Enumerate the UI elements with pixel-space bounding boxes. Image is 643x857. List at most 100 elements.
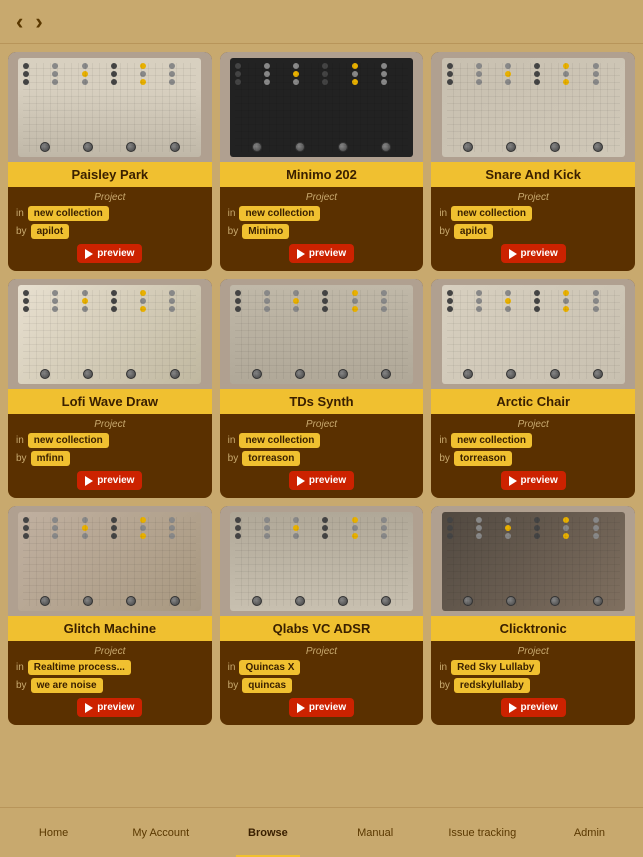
nav-item-browse[interactable]: Browse	[214, 808, 321, 857]
module-dot	[476, 525, 482, 531]
knob	[126, 142, 136, 152]
module-dot	[235, 79, 241, 85]
module-dot	[52, 71, 58, 77]
card-author-row-clicktronic: by redskylullaby	[439, 678, 627, 693]
collection-tag-snare-and-kick[interactable]: new collection	[451, 206, 532, 221]
author-tag-snare-and-kick[interactable]: apilot	[454, 224, 493, 239]
module-dot	[264, 79, 270, 85]
nav-item-admin[interactable]: Admin	[536, 808, 643, 857]
nav-item-my-account[interactable]: My Account	[107, 808, 214, 857]
module-dot	[505, 298, 511, 304]
card-glitch-machine: Glitch Machine Project in Realtime proce…	[8, 506, 212, 725]
module-dot	[111, 298, 117, 304]
preview-button-clicktronic[interactable]: preview	[501, 698, 566, 717]
knob	[593, 369, 603, 379]
preview-button-qlabs-vc-adsr[interactable]: preview	[289, 698, 354, 717]
collection-tag-tds-synth[interactable]: new collection	[239, 433, 320, 448]
preview-button-minimo-202[interactable]: preview	[289, 244, 354, 263]
module-dot	[322, 79, 328, 85]
back-button[interactable]: ‹	[16, 11, 23, 33]
collection-tag-qlabs-vc-adsr[interactable]: Quincas X	[239, 660, 300, 675]
module-dot	[352, 71, 358, 77]
module-dot	[505, 533, 511, 539]
card-image-arctic-chair	[431, 279, 635, 389]
module-dot	[593, 298, 599, 304]
preview-button-paisley-park[interactable]: preview	[77, 244, 142, 263]
module-dot	[534, 63, 540, 69]
card-image-qlabs-vc-adsr	[220, 506, 424, 616]
module-visual-paisley-park	[18, 58, 201, 157]
module-dot	[352, 298, 358, 304]
module-dot	[593, 71, 599, 77]
module-dot	[169, 298, 175, 304]
preview-button-lofi-wave-draw[interactable]: preview	[77, 471, 142, 490]
module-dots-minimo-202	[235, 63, 408, 152]
module-dot	[476, 533, 482, 539]
module-dot	[352, 306, 358, 312]
collection-tag-lofi-wave-draw[interactable]: new collection	[28, 433, 109, 448]
knob	[295, 596, 305, 606]
knob	[83, 142, 93, 152]
collection-tag-glitch-machine[interactable]: Realtime process...	[28, 660, 131, 675]
module-dot	[235, 517, 241, 523]
author-tag-glitch-machine[interactable]: we are noise	[31, 678, 103, 693]
module-dot	[293, 79, 299, 85]
card-image-clicktronic	[431, 506, 635, 616]
collection-tag-minimo-202[interactable]: new collection	[239, 206, 320, 221]
collection-tag-paisley-park[interactable]: new collection	[28, 206, 109, 221]
module-dot	[593, 533, 599, 539]
knob	[252, 142, 262, 152]
card-author-row-tds-synth: by torreason	[228, 451, 416, 466]
author-tag-clicktronic[interactable]: redskylullaby	[454, 678, 530, 693]
module-dot	[447, 517, 453, 523]
knob	[593, 596, 603, 606]
author-tag-tds-synth[interactable]: torreason	[242, 451, 300, 466]
card-lofi-wave-draw: Lofi Wave Draw Project in new collection…	[8, 279, 212, 498]
module-visual-lofi-wave-draw	[18, 285, 201, 384]
knob	[83, 369, 93, 379]
card-title-bar-clicktronic: Clicktronic	[431, 616, 635, 641]
module-dot	[293, 525, 299, 531]
knob	[506, 596, 516, 606]
module-dot	[23, 517, 29, 523]
preview-button-tds-synth[interactable]: preview	[289, 471, 354, 490]
nav-item-home[interactable]: Home	[0, 808, 107, 857]
module-dot	[169, 63, 175, 69]
card-type-minimo-202: Project	[228, 192, 416, 203]
module-dot	[140, 533, 146, 539]
author-tag-minimo-202[interactable]: Minimo	[242, 224, 289, 239]
card-title-lofi-wave-draw: Lofi Wave Draw	[16, 394, 204, 409]
module-dot	[593, 63, 599, 69]
card-body-lofi-wave-draw: Project in new collection by mfinn previ…	[8, 414, 212, 498]
module-dots-qlabs-vc-adsr	[235, 517, 408, 606]
knob	[338, 596, 348, 606]
nav-item-issue-tracking[interactable]: Issue tracking	[429, 808, 536, 857]
author-tag-arctic-chair[interactable]: torreason	[454, 451, 512, 466]
module-dot	[352, 63, 358, 69]
module-dot	[534, 79, 540, 85]
module-dot	[352, 79, 358, 85]
author-tag-qlabs-vc-adsr[interactable]: quincas	[242, 678, 292, 693]
author-tag-paisley-park[interactable]: apilot	[31, 224, 70, 239]
module-dot	[593, 517, 599, 523]
module-dot	[293, 63, 299, 69]
module-dot	[23, 298, 29, 304]
preview-button-snare-and-kick[interactable]: preview	[501, 244, 566, 263]
module-dot	[534, 517, 540, 523]
nav-item-manual[interactable]: Manual	[322, 808, 429, 857]
module-dot	[447, 63, 453, 69]
preview-button-glitch-machine[interactable]: preview	[77, 698, 142, 717]
module-dot	[52, 306, 58, 312]
module-dot	[381, 63, 387, 69]
module-dot	[563, 517, 569, 523]
collection-tag-arctic-chair[interactable]: new collection	[451, 433, 532, 448]
card-author-row-minimo-202: by Minimo	[228, 224, 416, 239]
forward-button[interactable]: ›	[35, 11, 42, 33]
preview-button-arctic-chair[interactable]: preview	[501, 471, 566, 490]
author-tag-lofi-wave-draw[interactable]: mfinn	[31, 451, 70, 466]
card-collection-row-lofi-wave-draw: in new collection	[16, 433, 204, 448]
collection-tag-clicktronic[interactable]: Red Sky Lullaby	[451, 660, 540, 675]
module-dot	[322, 306, 328, 312]
knob	[126, 369, 136, 379]
module-dot	[140, 79, 146, 85]
